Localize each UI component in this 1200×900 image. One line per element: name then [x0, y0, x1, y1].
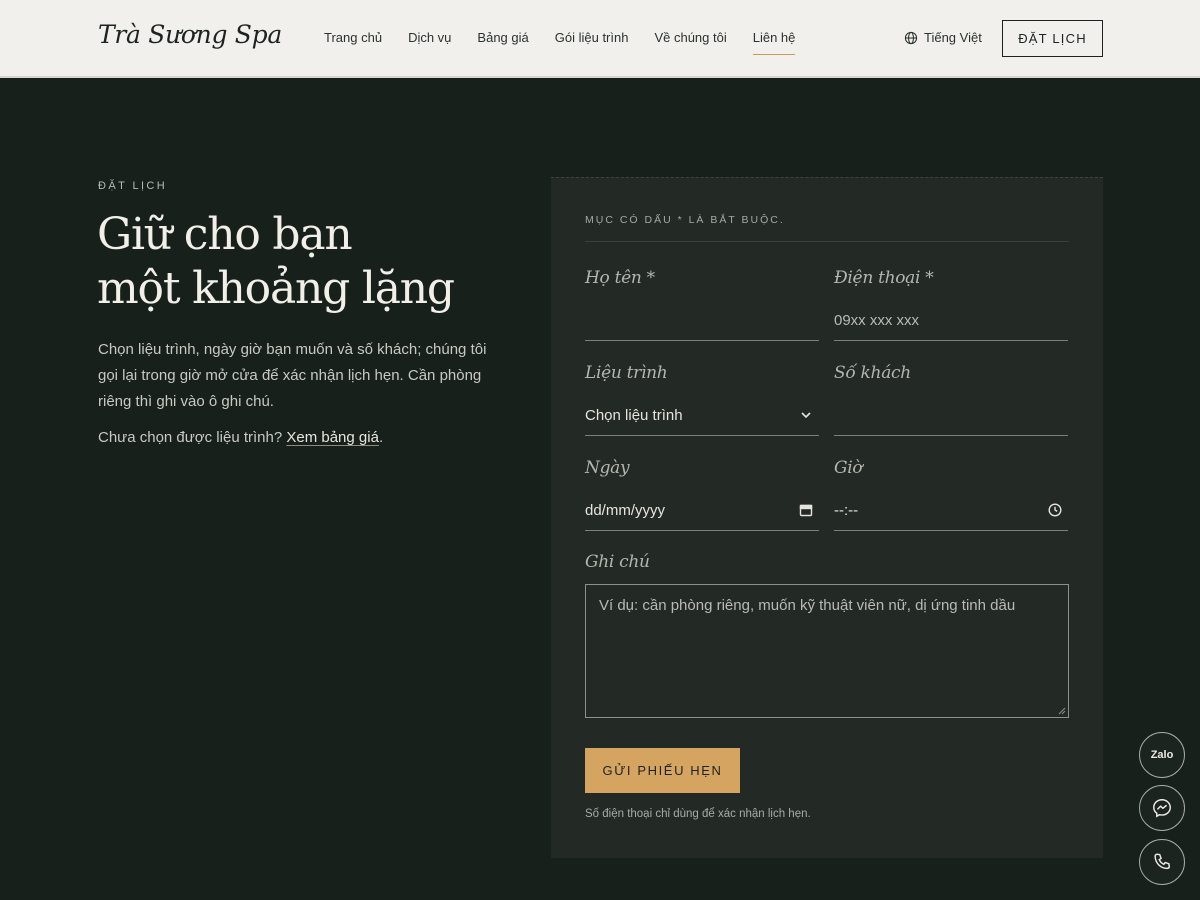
headline-line-1: Giữ cho bạn [97, 209, 353, 260]
notes-field: Ghi chú [585, 552, 819, 572]
phone-input[interactable]: 09xx xxx xxx [834, 301, 1068, 341]
time-field: Giờ --:-- [834, 458, 1068, 531]
book-now-button[interactable]: ĐẶT LỊCH [1002, 20, 1103, 57]
pricing-prompt-text: Chưa chọn được liệu trình? [98, 429, 283, 446]
date-label: Ngày [585, 458, 630, 478]
phone-label: Điện thoại * [834, 268, 934, 288]
nav-home[interactable]: Trang chủ [324, 30, 382, 55]
time-input[interactable]: --:-- [834, 491, 1068, 531]
headline-line-2: một khoảng lặng [97, 263, 455, 314]
notes-textarea[interactable]: Ví dụ: cần phòng riêng, muốn kỹ thuật vi… [585, 584, 1069, 718]
pricing-suffix: . [378, 429, 384, 446]
phone-field: Điện thoại * 09xx xxx xxx [834, 268, 1068, 341]
date-input[interactable]: dd/mm/yyyy [585, 491, 819, 531]
submit-booking-button[interactable]: GỬI PHIẾU HẸN [585, 748, 740, 793]
nav-packages[interactable]: Gói liệu trình [555, 30, 629, 55]
notes-label: Ghi chú [585, 552, 650, 572]
messenger-icon [1153, 799, 1171, 818]
nav-services[interactable]: Dịch vụ [408, 30, 451, 55]
divider [585, 241, 1069, 242]
language-switcher[interactable]: Tiếng Việt [904, 30, 982, 45]
zalo-button[interactable]: Zalo [1139, 732, 1185, 778]
time-placeholder: --:-- [834, 502, 859, 519]
guests-field: Số khách [834, 363, 1068, 436]
name-label: Họ tên * [585, 268, 655, 288]
plan-label: Liệu trình [585, 363, 668, 383]
globe-icon [904, 31, 918, 44]
clock-icon[interactable] [1048, 503, 1062, 517]
calendar-icon[interactable] [799, 503, 813, 517]
pricing-link[interactable]: Xem bảng giá [286, 429, 379, 446]
plan-selected-value: Chọn liệu trình [585, 407, 683, 424]
language-label: Tiếng Việt [924, 30, 982, 45]
page-headline: Giữ cho bạn một khoảng lặng [97, 208, 517, 316]
booking-form: MỤC CÓ DẤU * LÀ BẮT BUỘC. Họ tên * Điện … [551, 177, 1103, 858]
site-logo[interactable]: Trà Sương Spa [98, 20, 282, 49]
name-field: Họ tên * [585, 268, 819, 341]
site-header: Trà Sương Spa Trang chủ Dịch vụ Bảng giá… [0, 0, 1200, 78]
nav-contact[interactable]: Liên hệ [752, 30, 795, 55]
time-label: Giờ [834, 458, 863, 478]
phone-icon [1154, 853, 1171, 870]
section-eyebrow: ĐẶT LỊCH [98, 180, 168, 192]
phone-call-button[interactable] [1139, 839, 1185, 885]
pricing-prompt: Chưa chọn được liệu trình? Xem bảng giá. [98, 426, 383, 450]
guests-label: Số khách [834, 363, 911, 383]
chevron-down-icon [801, 412, 811, 419]
nav-about[interactable]: Về chúng tôi [654, 30, 726, 55]
messenger-button[interactable] [1139, 785, 1185, 831]
resize-handle-icon[interactable] [1058, 707, 1066, 715]
notes-placeholder: Ví dụ: cần phòng riêng, muốn kỹ thuật vi… [599, 597, 1016, 614]
privacy-note: Số điện thoại chỉ dùng để xác nhận lịch … [585, 808, 811, 820]
required-note: MỤC CÓ DẤU * LÀ BẮT BUỘC. [585, 214, 785, 226]
date-placeholder: dd/mm/yyyy [585, 502, 666, 519]
guests-input[interactable] [834, 396, 1068, 436]
main-nav: Trang chủ Dịch vụ Bảng giá Gói liệu trìn… [324, 30, 821, 55]
plan-select[interactable]: Chọn liệu trình [585, 396, 819, 436]
nav-pricing[interactable]: Bảng giá [477, 30, 528, 55]
date-field: Ngày dd/mm/yyyy [585, 458, 819, 531]
intro-text: Chọn liệu trình, ngày giờ bạn muốn và số… [98, 341, 487, 410]
name-input[interactable] [585, 301, 819, 341]
plan-field: Liệu trình Chọn liệu trình [585, 363, 819, 436]
